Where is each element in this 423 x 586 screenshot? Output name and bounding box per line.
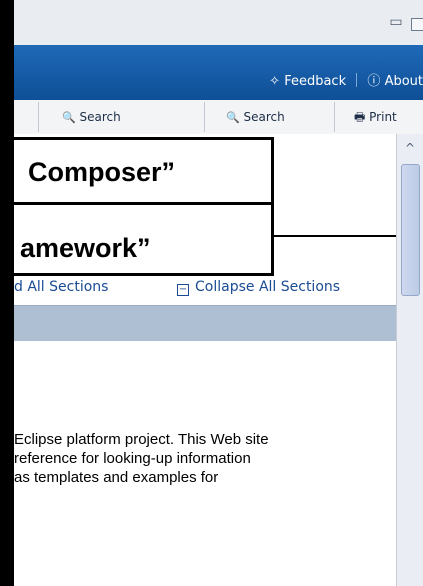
print-label: Print xyxy=(369,110,397,124)
callout-text: amework” xyxy=(20,233,151,263)
collapse-icon: − xyxy=(177,284,189,296)
toolbar-divider xyxy=(204,102,205,132)
sections-bar: d All Sections − Collapse All Sections xyxy=(14,273,396,305)
search-icon: 🔍 xyxy=(62,111,76,124)
scroll-up-icon[interactable]: ^ xyxy=(403,142,417,154)
header-banner: ✧ Feedback ⓘ About xyxy=(14,45,423,100)
collapse-all-label: Collapse All Sections xyxy=(195,279,341,295)
vertical-scrollbar[interactable]: ^ xyxy=(396,134,423,586)
toolbar-divider xyxy=(38,102,39,132)
paragraph-line: reference for looking-up information xyxy=(14,450,251,467)
intro-paragraph: Eclipse platform project. This Web site … xyxy=(14,430,394,487)
scroll-thumb[interactable] xyxy=(401,164,420,296)
maximize-icon[interactable] xyxy=(411,18,423,31)
callout-box-framework: amework” xyxy=(14,202,274,276)
search-label: Search xyxy=(79,110,121,124)
header-links: ✧ Feedback ⓘ About xyxy=(269,70,423,89)
search-button-2[interactable]: 🔍 Search xyxy=(226,106,285,128)
search-label: Search xyxy=(243,110,285,124)
callout-line xyxy=(271,235,396,237)
callout-box-composer: Composer” xyxy=(14,137,274,211)
about-link[interactable]: About xyxy=(385,74,423,89)
about-icon: ⓘ xyxy=(367,74,381,89)
callout-text: Composer” xyxy=(28,157,176,187)
minimize-icon[interactable]: ▭ xyxy=(389,15,403,29)
header-separator xyxy=(356,73,358,87)
expand-all-link[interactable]: d All Sections xyxy=(14,279,108,295)
feedback-link[interactable]: Feedback xyxy=(284,74,346,89)
section-header-bar xyxy=(14,305,396,341)
feedback-icon: ✧ xyxy=(269,74,281,89)
collapse-all-link[interactable]: − Collapse All Sections xyxy=(177,279,340,296)
browser-window: ▭ ✧ Feedback ⓘ About 🔍 Search 🔍 Search 🖶… xyxy=(0,0,423,586)
print-icon: 🖶 xyxy=(354,110,366,124)
search-button[interactable]: 🔍 Search xyxy=(62,106,121,128)
title-bar: ▭ xyxy=(14,0,423,46)
toolbar: 🔍 Search 🔍 Search 🖶 Print xyxy=(14,100,423,135)
toolbar-divider xyxy=(334,102,335,132)
left-border xyxy=(0,0,14,586)
paragraph-line: Eclipse platform project. This Web site xyxy=(14,431,269,448)
print-button[interactable]: 🖶 Print xyxy=(354,106,397,128)
paragraph-line: as templates and examples for xyxy=(14,469,219,486)
search-icon: 🔍 xyxy=(226,111,240,124)
